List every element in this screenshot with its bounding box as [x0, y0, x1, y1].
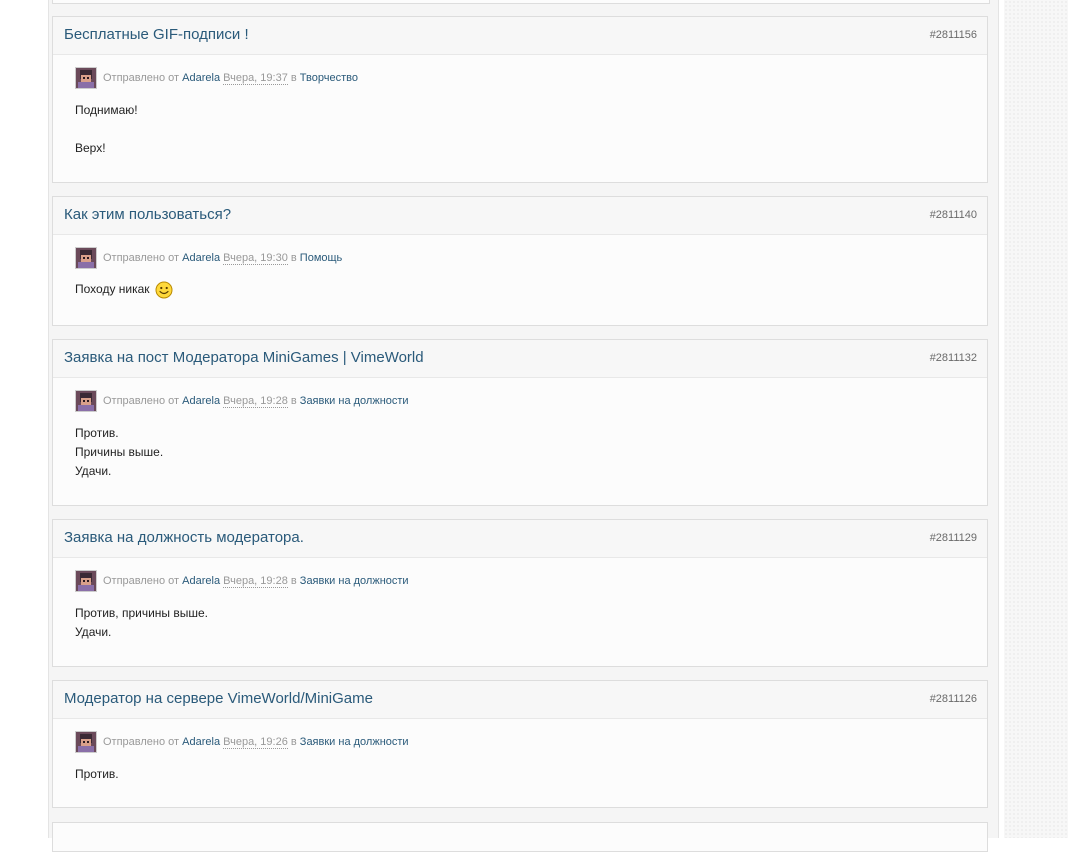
post-body-line: Причины выше.	[75, 445, 164, 459]
previous-post-edge	[52, 0, 990, 4]
post-header: Модератор на сервере VimeWorld/MiniGame …	[53, 681, 987, 719]
post-body-line: Верх!	[75, 141, 106, 155]
post-header: Как этим пользоваться? #2811140	[53, 197, 987, 235]
in-label: в	[290, 736, 297, 748]
forum-link[interactable]: Заявки на должности	[300, 395, 409, 407]
in-label: в	[290, 72, 297, 84]
post-body-line: Удачи.	[75, 625, 112, 639]
post-date: Вчера, 19:28	[223, 575, 288, 588]
post-id-link[interactable]: #2811126	[930, 693, 977, 705]
author-link[interactable]: Adarela	[182, 252, 220, 264]
page-margin-right	[1004, 0, 1068, 838]
post-card: Как этим пользоваться? #2811140 Отправле…	[52, 196, 988, 326]
post-id-link[interactable]: #2811132	[930, 352, 977, 364]
post-header: Бесплатные GIF-подписи ! #2811156	[53, 17, 987, 55]
post-body-line: Против, причины выше.	[75, 606, 209, 620]
post-title-link[interactable]: Заявка на пост Модератора MiniGames | Vi…	[64, 349, 424, 366]
avatar-icon[interactable]	[75, 390, 97, 412]
post-body-line: Поднимаю!	[75, 103, 138, 117]
sent-by-label: Отправлено от	[103, 575, 180, 587]
post-title-link[interactable]: Модератор на сервере VimeWorld/MiniGame	[64, 690, 373, 707]
post-header: Заявка на пост Модератора MiniGames | Vi…	[53, 340, 987, 378]
avatar-icon[interactable]	[75, 67, 97, 89]
post-id-link[interactable]: #2811156	[930, 29, 977, 41]
post-body: Против, причины выше. Удачи.	[75, 604, 208, 642]
page-margin-left	[0, 0, 48, 838]
avatar-icon[interactable]	[75, 570, 97, 592]
post-body: Против.	[75, 765, 119, 784]
forum-link[interactable]: Заявки на должности	[300, 736, 409, 748]
forum-link[interactable]: Помощь	[300, 252, 343, 264]
author-link[interactable]: Adarela	[182, 575, 220, 587]
post-card: Заявка на должность модератора. #2811129…	[52, 519, 988, 667]
post-body: Походу никак	[75, 280, 173, 305]
post-title-link[interactable]: Как этим пользоваться?	[64, 206, 231, 223]
post-card: Модератор на сервере VimeWorld/MiniGame …	[52, 680, 988, 808]
post-card: Бесплатные GIF-подписи ! #2811156 Отправ…	[52, 16, 988, 183]
author-link[interactable]: Adarela	[182, 72, 220, 84]
in-label: в	[290, 395, 297, 407]
post-body-line: Походу никак	[75, 282, 150, 296]
post-body: Поднимаю! Верх!	[75, 101, 138, 158]
sent-by-label: Отправлено от	[103, 395, 180, 407]
next-post-edge	[52, 822, 988, 852]
post-date: Вчера, 19:37	[223, 72, 288, 85]
post-title-link[interactable]: Бесплатные GIF-подписи !	[64, 26, 249, 43]
post-id-link[interactable]: #2811129	[930, 532, 977, 544]
smiley-icon	[155, 281, 173, 305]
sent-by-label: Отправлено от	[103, 72, 180, 84]
post-header: Заявка на должность модератора. #2811129	[53, 520, 987, 558]
forum-link[interactable]: Заявки на должности	[300, 575, 409, 587]
post-date: Вчера, 19:30	[223, 252, 288, 265]
in-label: в	[290, 252, 297, 264]
post-date: Вчера, 19:28	[223, 395, 288, 408]
post-body: Против. Причины выше. Удачи.	[75, 424, 163, 481]
post-date: Вчера, 19:26	[223, 736, 288, 749]
post-body-line: Против.	[75, 767, 119, 781]
post-card: Заявка на пост Модератора MiniGames | Vi…	[52, 339, 988, 506]
sent-by-label: Отправлено от	[103, 252, 180, 264]
avatar-icon[interactable]	[75, 247, 97, 269]
post-body-line: Против.	[75, 426, 119, 440]
author-link[interactable]: Adarela	[182, 395, 220, 407]
author-link[interactable]: Adarela	[182, 736, 220, 748]
in-label: в	[290, 575, 297, 587]
post-body-line: Удачи.	[75, 464, 112, 478]
sent-by-label: Отправлено от	[103, 736, 180, 748]
post-title-link[interactable]: Заявка на должность модератора.	[64, 529, 304, 546]
avatar-icon[interactable]	[75, 731, 97, 753]
forum-link[interactable]: Творчество	[300, 72, 358, 84]
post-id-link[interactable]: #2811140	[930, 209, 977, 221]
